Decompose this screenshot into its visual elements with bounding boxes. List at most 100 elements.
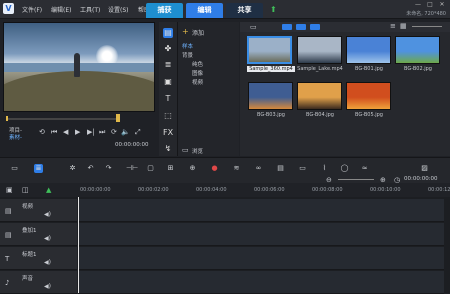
hill-graphic: [4, 71, 154, 111]
end-button[interactable]: ⏭: [99, 128, 105, 137]
list-view-icon[interactable]: ≡: [390, 22, 396, 30]
track-lane[interactable]: [78, 199, 444, 222]
trim-marker-out[interactable]: [116, 114, 120, 122]
path-icon[interactable]: ↯: [163, 144, 173, 154]
track-lane[interactable]: [78, 271, 444, 294]
folder-icon[interactable]: ▭: [182, 146, 189, 154]
split-icon[interactable]: ⊣⊢: [126, 164, 138, 173]
subtitle-icon[interactable]: ▤: [276, 164, 285, 173]
track-name: 标题1: [22, 252, 37, 258]
tree-item-videos[interactable]: 视频: [192, 78, 203, 86]
player-controls: 项目- 素材- ⟲ ⏮ ◀ ▶ ▶| ⏭ ⟳ 🔈 ⤢ 00:00:00:00: [3, 112, 155, 156]
repeat-button[interactable]: ⟳: [111, 128, 117, 136]
folder-icon[interactable]: ▭: [250, 23, 257, 31]
ruler-tick-label: 00:00:06:00: [254, 187, 285, 193]
tab-edit[interactable]: 编辑: [186, 3, 223, 18]
motion-icon[interactable]: ⌇: [320, 164, 329, 173]
zoom-slider[interactable]: [338, 179, 374, 180]
menu-edit[interactable]: 编辑(E): [51, 5, 71, 14]
screen-icon[interactable]: ▭: [298, 164, 307, 173]
color-icon[interactable]: ≈: [360, 164, 369, 173]
video-filter-icon[interactable]: [282, 24, 292, 30]
add-icon[interactable]: +: [182, 27, 189, 36]
fit-icon[interactable]: ⊞: [166, 164, 175, 173]
timeline-view-icon[interactable]: ≣: [34, 164, 43, 173]
transition-icon[interactable]: ✤: [163, 44, 173, 54]
playhead[interactable]: [78, 197, 79, 293]
track-volume-icon[interactable]: ◀): [44, 235, 51, 242]
tree-item-samples[interactable]: 样本: [182, 42, 193, 50]
fit-timeline-icon[interactable]: ◷: [394, 176, 400, 184]
graphic-icon[interactable]: ▣: [163, 77, 173, 87]
graphic-icon-2[interactable]: ⬚: [163, 111, 173, 121]
volume-icon[interactable]: 🔈: [121, 128, 130, 136]
storyboard-view-icon[interactable]: ▭: [10, 164, 19, 173]
title-safe-icon[interactable]: ▢: [146, 164, 155, 173]
expand-icon[interactable]: ⤢: [135, 128, 141, 137]
text-icon[interactable]: T: [163, 94, 173, 104]
redo-icon[interactable]: ↷: [104, 164, 113, 173]
tab-share[interactable]: 共享: [226, 3, 263, 18]
prev-frame-button[interactable]: ◀: [63, 128, 68, 136]
minimize-button[interactable]: —: [413, 1, 423, 8]
play-button[interactable]: ▶: [75, 128, 80, 136]
multitrack-icon[interactable]: ✲: [68, 164, 77, 173]
media-thumbnail[interactable]: [248, 82, 293, 110]
zoom-out-icon[interactable]: ⊖: [326, 176, 332, 184]
rewind-button[interactable]: ⟲: [39, 128, 45, 136]
tree-item-solid[interactable]: 纯色: [192, 60, 203, 68]
image-filter-icon[interactable]: [296, 24, 306, 30]
media-filename: Sample_Lake.mp4: [297, 66, 343, 72]
clip-mode-label[interactable]: 素材-: [9, 133, 22, 141]
zoom-in-icon[interactable]: ⊕: [380, 176, 386, 184]
mix-icon[interactable]: ≋: [232, 164, 241, 173]
media-filename: BG-B05.jpg: [355, 112, 383, 118]
zoom-slider[interactable]: [412, 26, 442, 27]
media-thumbnail[interactable]: [346, 36, 391, 64]
menu-tools[interactable]: 工具(T): [80, 5, 100, 14]
upload-icon[interactable]: ⬆: [270, 5, 277, 14]
track-manager-icon[interactable]: ▨: [420, 164, 429, 173]
add-track-icon[interactable]: ▣: [6, 186, 13, 194]
browse-label[interactable]: 浏览: [192, 147, 203, 155]
trim-marker-in[interactable]: [6, 116, 118, 121]
timecode[interactable]: 00:00:00:00: [115, 142, 149, 148]
thumbnail-view-icon[interactable]: ▦: [400, 22, 407, 30]
media-thumbnail[interactable]: [247, 36, 292, 64]
media-thumbnail[interactable]: [297, 36, 342, 64]
tree-item-images[interactable]: 图像: [192, 69, 203, 77]
maximize-button[interactable]: □: [425, 1, 435, 8]
link-icon[interactable]: ∞: [254, 164, 263, 173]
next-frame-button[interactable]: ▶|: [87, 128, 95, 136]
track-volume-icon[interactable]: ◀): [44, 283, 51, 290]
track-volume-icon[interactable]: ◀): [44, 259, 51, 266]
track-header[interactable]: [0, 247, 77, 270]
media-thumbnail[interactable]: [395, 36, 440, 64]
media-thumbnail[interactable]: [297, 82, 342, 110]
add-label[interactable]: 添加: [192, 28, 204, 37]
start-button[interactable]: ⏮: [51, 128, 57, 137]
record-icon[interactable]: ●: [210, 164, 219, 173]
title-icon[interactable]: ≣: [163, 60, 173, 70]
person-graphic: [74, 53, 80, 77]
track-icon[interactable]: ◫: [22, 186, 29, 194]
close-button[interactable]: ✕: [437, 1, 447, 8]
tree-item-backgrounds[interactable]: 背景: [182, 51, 193, 59]
audio-filter-icon[interactable]: [310, 24, 320, 30]
media-library: ▭ ≡ ▦ Sample_360.mp4 Sample_Lake.mp4 BG-B0…: [240, 22, 450, 156]
preview-player[interactable]: [3, 22, 155, 112]
track-lane[interactable]: [78, 247, 444, 270]
fx-icon[interactable]: FX: [163, 128, 173, 138]
undo-icon[interactable]: ↶: [86, 164, 95, 173]
crop-icon[interactable]: ⊕: [188, 164, 197, 173]
track-header[interactable]: [0, 271, 77, 294]
menu-file[interactable]: 文件(F): [22, 5, 42, 14]
tab-capture[interactable]: 捕获: [146, 3, 183, 18]
menu-settings[interactable]: 设置(S): [108, 5, 129, 14]
film-icon[interactable]: ▤: [163, 28, 173, 38]
track-volume-icon[interactable]: ◀): [44, 211, 51, 218]
track-lane[interactable]: [78, 223, 444, 246]
ripple-icon[interactable]: ▲: [46, 186, 51, 194]
media-thumbnail[interactable]: [346, 82, 391, 110]
comment-icon[interactable]: ◯: [340, 164, 349, 173]
